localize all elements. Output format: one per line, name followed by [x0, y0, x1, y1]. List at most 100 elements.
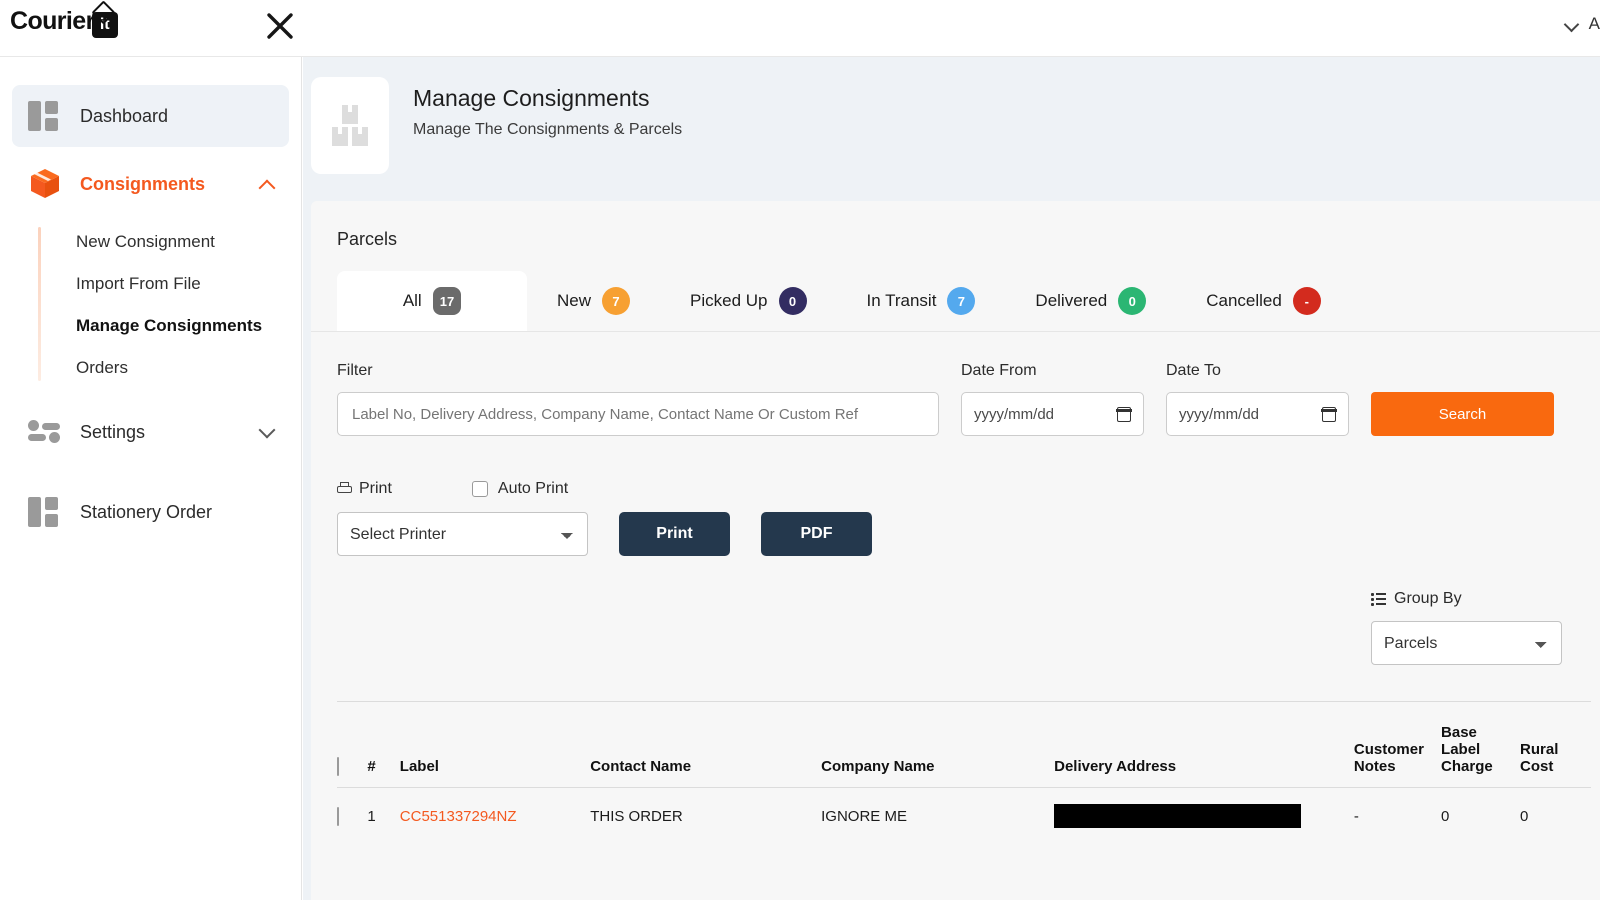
group-by-label: Group By	[1394, 590, 1462, 608]
date-from-value: yyyy/mm/dd	[974, 406, 1054, 423]
row-label[interactable]: CC551337294NZ	[400, 788, 590, 845]
tab-label: Picked Up	[690, 291, 767, 311]
sidebar-subitem-orders[interactable]: Orders	[40, 347, 301, 389]
tab-badge: 7	[947, 287, 975, 315]
calendar-icon	[1117, 407, 1131, 422]
printer-icon	[337, 482, 352, 496]
top-bar: Courierit A	[0, 0, 1600, 57]
tab-badge: 0	[1118, 287, 1146, 315]
print-block: Print Auto Print Select Printer Print PD…	[311, 436, 1600, 556]
col-header-base-label-charge: Base Label Charge	[1441, 702, 1520, 788]
group-by-block: Group By Parcels	[1371, 590, 1600, 665]
table-row[interactable]: 1 CC551337294NZ THIS ORDER IGNORE ME - 0…	[337, 788, 1591, 845]
tab-picked-up[interactable]: Picked Up 0	[660, 271, 836, 331]
tab-label: All	[403, 291, 422, 311]
row-select-cell	[337, 788, 367, 845]
sidebar-item-stationery-order[interactable]: Stationery Order	[12, 481, 289, 543]
col-header-line: Rural	[1520, 741, 1558, 758]
search-input[interactable]	[337, 392, 939, 436]
print-button[interactable]: Print	[619, 512, 730, 556]
account-menu[interactable]: A	[1566, 14, 1600, 34]
auto-print-checkbox[interactable]: Auto Print	[472, 480, 568, 498]
col-header-line: Base	[1441, 724, 1477, 741]
sidebar-item-label: Consignments	[80, 174, 205, 195]
chevron-up-icon[interactable]	[259, 180, 276, 197]
tab-badge: -	[1293, 287, 1321, 315]
sliders-icon	[28, 415, 62, 449]
page-subtitle: Manage The Consignments & Parcels	[413, 121, 682, 139]
group-by-select[interactable]: Parcels	[1371, 621, 1562, 665]
tab-label: Cancelled	[1206, 291, 1282, 311]
col-header-customer-notes: Customer Notes	[1354, 702, 1441, 788]
parcels-table: # Label Contact Name Company Name Delive…	[337, 701, 1591, 844]
chevron-down-icon	[1563, 16, 1579, 32]
col-header-contact-name: Contact Name	[590, 702, 821, 788]
grid-icon	[28, 495, 62, 529]
sidebar-item-label: Stationery Order	[80, 502, 212, 523]
sidebar-item-settings[interactable]: Settings	[12, 401, 289, 463]
date-to-label: Date To	[1166, 362, 1349, 380]
date-to-input[interactable]: yyyy/mm/dd	[1166, 392, 1349, 436]
calendar-icon	[1322, 407, 1336, 422]
col-header-number: #	[367, 702, 399, 788]
tab-all[interactable]: All 17	[337, 271, 527, 331]
filter-field: Filter	[337, 362, 939, 436]
col-header-line: Cost	[1520, 758, 1553, 775]
printer-select[interactable]: Select Printer	[337, 512, 588, 556]
col-header-label: Label	[400, 702, 590, 788]
tab-in-transit[interactable]: In Transit 7	[837, 271, 1006, 331]
date-from-label: Date From	[961, 362, 1144, 380]
grid-icon	[28, 99, 62, 133]
box-icon	[28, 167, 62, 201]
col-header-delivery-address: Delivery Address	[1054, 702, 1354, 788]
page-header: Manage Consignments Manage The Consignme…	[303, 57, 1600, 201]
row-checkbox[interactable]	[337, 807, 339, 826]
col-header-line: Charge	[1441, 758, 1493, 775]
sidebar-subitem-new-consignment[interactable]: New Consignment	[40, 221, 301, 263]
col-header-line: Customer	[1354, 741, 1424, 758]
chevron-down-icon[interactable]	[259, 422, 276, 439]
pdf-button[interactable]: PDF	[761, 512, 872, 556]
row-company-name: IGNORE ME	[821, 788, 1054, 845]
close-icon[interactable]	[262, 8, 298, 44]
sidebar-item-dashboard[interactable]: Dashboard	[12, 85, 289, 147]
tab-delivered[interactable]: Delivered 0	[1005, 271, 1176, 331]
table-header-row: # Label Contact Name Company Name Delive…	[337, 702, 1591, 788]
tab-new[interactable]: New 7	[527, 271, 660, 331]
row-number: 1	[367, 788, 399, 845]
row-contact-name: THIS ORDER	[590, 788, 821, 845]
select-all-checkbox[interactable]	[337, 757, 339, 776]
filter-row: Filter Date From yyyy/mm/dd Date To yyyy…	[311, 332, 1600, 436]
tab-badge: 7	[602, 287, 630, 315]
sidebar-item-label: Settings	[80, 422, 145, 443]
tab-label: Delivered	[1035, 291, 1107, 311]
row-customer-notes: -	[1354, 788, 1441, 845]
sidebar-item-consignments[interactable]: Consignments	[12, 153, 289, 215]
sidebar: Dashboard Consignments New Consignment I…	[0, 57, 302, 900]
date-to-value: yyyy/mm/dd	[1179, 406, 1259, 423]
sidebar-subitem-manage-consignments[interactable]: Manage Consignments	[40, 305, 301, 347]
sidebar-subitem-import-from-file[interactable]: Import From File	[40, 263, 301, 305]
consignments-submenu: New Consignment Import From File Manage …	[0, 221, 301, 389]
page-title: Manage Consignments	[413, 85, 682, 112]
tab-cancelled[interactable]: Cancelled -	[1176, 271, 1351, 331]
date-to-field: Date To yyyy/mm/dd	[1166, 362, 1349, 436]
row-rural-cost: 0	[1520, 788, 1591, 845]
search-button[interactable]: Search	[1371, 392, 1554, 436]
date-from-input[interactable]: yyyy/mm/dd	[961, 392, 1144, 436]
redaction-bar	[1054, 804, 1301, 828]
col-header-rural-cost: Rural Cost	[1520, 702, 1591, 788]
col-header-line: Label	[1441, 741, 1480, 758]
app-logo[interactable]: Courierit	[10, 7, 118, 36]
print-label: Print	[359, 480, 392, 498]
tab-badge: 0	[779, 287, 807, 315]
tab-badge: 17	[433, 287, 461, 315]
parcels-panel: Parcels All 17 New 7 Picked Up 0 In Tran…	[311, 201, 1600, 900]
main-content: Manage Consignments Manage The Consignme…	[303, 57, 1600, 900]
col-header-line: Notes	[1354, 758, 1396, 775]
filter-label: Filter	[337, 362, 939, 380]
row-base-label-charge: 0	[1441, 788, 1520, 845]
date-from-field: Date From yyyy/mm/dd	[961, 362, 1144, 436]
col-header-company-name: Company Name	[821, 702, 1054, 788]
list-icon	[1371, 593, 1386, 605]
